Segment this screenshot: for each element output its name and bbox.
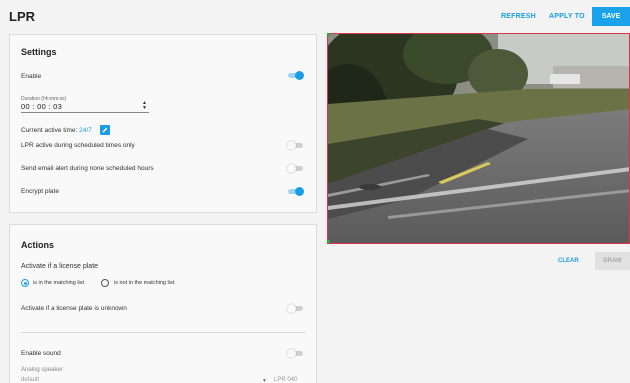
- email-alert-label: Send email alert during none scheduled h…: [21, 165, 154, 172]
- settings-card: Settings Enable Duration (hh:mm:ss) 00 :…: [9, 34, 317, 213]
- duration-value: 00 : 00 : 03: [21, 102, 63, 111]
- clear-button[interactable]: CLEAR: [558, 258, 579, 264]
- toggle-knob: [295, 187, 304, 196]
- settings-title: Settings: [21, 47, 57, 57]
- unknown-plate-label: Activate if a license plate is unknown: [21, 305, 127, 312]
- refresh-button[interactable]: REFRESH: [501, 13, 536, 20]
- draw-button[interactable]: DRAW: [595, 252, 630, 270]
- email-alert-toggle[interactable]: [287, 164, 304, 173]
- save-button[interactable]: SAVE: [592, 7, 630, 26]
- speaker-select[interactable]: default ▼ LPR 040: [21, 377, 311, 383]
- radio-not-in-list-label[interactable]: is not in the matching list: [114, 280, 174, 286]
- apply-to-button[interactable]: APPLY TO: [549, 13, 585, 20]
- stepper-arrows-icon[interactable]: ▲ ▼: [142, 101, 147, 111]
- scheduled-only-label: LPR active during scheduled times only: [21, 142, 135, 149]
- sound-toggle[interactable]: [287, 349, 304, 358]
- active-time-value[interactable]: 24/7: [79, 127, 92, 134]
- divider: [21, 332, 306, 333]
- radio-in-list[interactable]: [21, 279, 29, 287]
- encrypt-label: Encrypt plate: [21, 188, 59, 195]
- actions-title: Actions: [21, 240, 55, 250]
- toggle-knob: [287, 141, 296, 150]
- edit-schedule-button[interactable]: [100, 125, 110, 135]
- toggle-knob: [287, 349, 296, 358]
- activate-label: Activate if a license plate: [21, 263, 99, 270]
- enable-label: Enable: [21, 73, 42, 80]
- enable-toggle[interactable]: [288, 71, 304, 80]
- duration-input[interactable]: 00 : 00 : 03 ▲ ▼: [21, 101, 149, 113]
- actions-card: Actions Activate if a license plate is i…: [9, 224, 317, 383]
- scheduled-only-toggle[interactable]: [287, 141, 304, 150]
- speaker-value: default: [21, 377, 40, 383]
- toggle-knob: [287, 164, 296, 173]
- unknown-plate-toggle[interactable]: [287, 304, 304, 313]
- radio-not-in-list[interactable]: [101, 279, 109, 287]
- speaker-label: Analog speaker: [21, 367, 63, 373]
- toggle-knob: [287, 304, 296, 313]
- sound-label: Enable sound: [21, 350, 61, 357]
- top-bar: LPR REFRESH APPLY TO SAVE: [0, 0, 630, 33]
- radio-in-list-label[interactable]: is in the matching list: [33, 280, 84, 286]
- encrypt-toggle[interactable]: [288, 187, 304, 196]
- speaker-extra: LPR 040: [274, 377, 298, 383]
- roi-corner-handle[interactable]: [327, 33, 330, 36]
- page-title: LPR: [9, 9, 35, 24]
- caret-down-icon: ▼: [262, 378, 267, 383]
- active-time-label: Current active time:: [21, 127, 78, 134]
- camera-image: [328, 34, 629, 243]
- camera-preview[interactable]: [327, 33, 630, 244]
- pencil-icon: [102, 127, 108, 133]
- active-time-row: Current active time: 24/7: [21, 127, 92, 134]
- roi-corner-handle[interactable]: [327, 240, 330, 243]
- toggle-knob: [295, 71, 304, 80]
